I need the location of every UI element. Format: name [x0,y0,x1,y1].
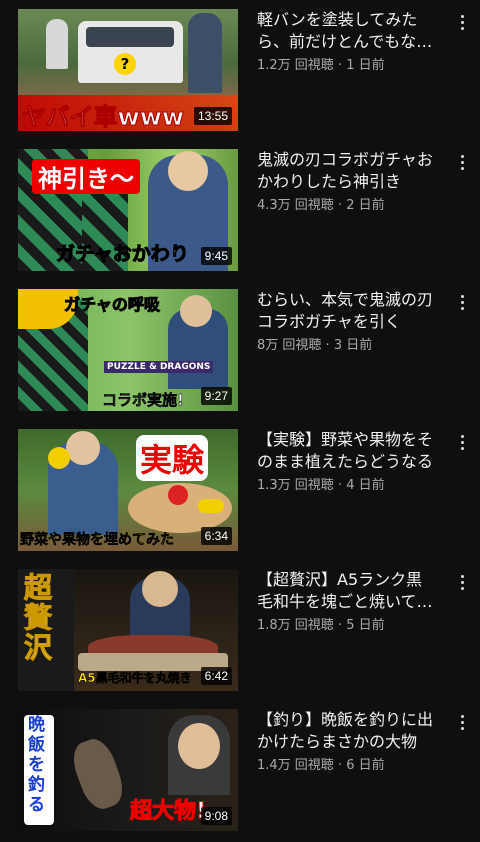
more-vert-icon[interactable] [458,151,466,173]
video-thumbnail[interactable]: ガチャの呼吸 PUZZLE & DRAGONS コラボ実施! 9:27 [18,289,238,411]
video-thumbnail[interactable]: 実験 野菜や果物を埋めてみた 6:34 [18,429,238,551]
question-badge: ? [114,53,136,75]
separator: · [333,198,347,213]
view-count: 1.2万 回視聴 [257,58,334,73]
upload-age: 2 日前 [346,198,385,213]
video-meta: 軽バンを塗装してみたら、前だけとんでもないことになった 1.2万 回視聴 · 1… [257,9,437,75]
thumbnail-subcaption: 超大物! [129,799,207,825]
separator: · [333,58,347,73]
video-duration: 9:27 [200,387,232,405]
view-count: 8万 回視聴 [257,338,322,353]
video-item[interactable]: ? ヤバイ車www 13:55 軽バンを塗装してみたら、前だけとんでもないことに… [0,9,480,131]
separator: · [333,758,347,773]
video-title[interactable]: 軽バンを塗装してみたら、前だけとんでもないことになった [257,9,437,53]
upload-age: 5 日前 [346,618,385,633]
video-duration: 6:42 [200,667,232,685]
video-title[interactable]: 鬼滅の刃コラボガチャおかわりしたら神引き [257,149,437,193]
video-duration: 13:55 [193,107,232,125]
video-meta: むらい、本気で鬼滅の刃コラボガチャを引く 8万 回視聴 · 3 日前 [257,289,437,355]
thumbnail-subcaption: 野菜や果物を埋めてみた [20,532,175,549]
separator: · [333,478,347,493]
thumbnail-logo: PUZZLE & DRAGONS [104,361,214,373]
video-meta: 鬼滅の刃コラボガチャおかわりしたら神引き 4.3万 回視聴 · 2 日前 [257,149,437,215]
video-item[interactable]: ガチャの呼吸 PUZZLE & DRAGONS コラボ実施! 9:27 むらい、… [0,289,480,411]
more-vert-icon[interactable] [458,291,466,313]
thumbnail-caption: 神引き〜 [32,159,140,194]
separator: · [333,618,347,633]
video-thumbnail[interactable]: ? ヤバイ車www 13:55 [18,9,238,131]
video-item[interactable]: 晩飯を釣る 超大物! 9:08 【釣り】晩飯を釣りに出かけたらまさかの大物 1.… [0,709,480,831]
video-title[interactable]: 【超贅沢】A5ランク黒毛和牛を塊ごと焼いてみた [257,569,437,613]
more-vert-icon[interactable] [458,11,466,33]
video-meta: 【超贅沢】A5ランク黒毛和牛を塊ごと焼いてみた 1.8万 回視聴 · 5 日前 [257,569,437,635]
video-item[interactable]: 超贅沢 A5黒毛和牛を丸焼き 6:42 【超贅沢】A5ランク黒毛和牛を塊ごと焼い… [0,569,480,691]
video-stats: 1.4万 回視聴 · 6 日前 [257,757,437,775]
video-duration: 9:08 [200,807,232,825]
thumbnail-caption: ガチャの呼吸 [64,295,161,315]
view-count: 1.3万 回視聴 [257,478,334,493]
view-count: 1.8万 回視聴 [257,618,334,633]
upload-age: 4 日前 [346,478,385,493]
video-stats: 8万 回視聴 · 3 日前 [257,337,437,355]
video-thumbnail[interactable]: 超贅沢 A5黒毛和牛を丸焼き 6:42 [18,569,238,691]
video-list: ? ヤバイ車www 13:55 軽バンを塗装してみたら、前だけとんでもないことに… [0,0,480,842]
separator: · [321,338,334,353]
video-stats: 1.3万 回視聴 · 4 日前 [257,477,437,495]
video-title[interactable]: 【釣り】晩飯を釣りに出かけたらまさかの大物 [257,709,437,753]
video-meta: 【実験】野菜や果物をそのまま植えたらどうなる 1.3万 回視聴 · 4 日前 [257,429,437,495]
video-item[interactable]: 実験 野菜や果物を埋めてみた 6:34 【実験】野菜や果物をそのまま植えたらどう… [0,429,480,551]
thumbnail-caption: 実験 [136,435,209,481]
more-vert-icon[interactable] [458,711,466,733]
video-meta: 【釣り】晩飯を釣りに出かけたらまさかの大物 1.4万 回視聴 · 6 日前 [257,709,437,775]
thumbnail-caption: ヤバイ車www [21,103,185,132]
video-item[interactable]: 神引き〜 ガチャおかわり 9:45 鬼滅の刃コラボガチャおかわりしたら神引き 4… [0,149,480,271]
video-stats: 4.3万 回視聴 · 2 日前 [257,197,437,215]
thumbnail-caption: 超贅沢 [24,571,53,664]
video-thumbnail[interactable]: 晩飯を釣る 超大物! 9:08 [18,709,238,831]
video-stats: 1.2万 回視聴 · 1 日前 [257,57,437,75]
upload-age: 6 日前 [346,758,385,773]
view-count: 4.3万 回視聴 [257,198,334,213]
video-duration: 9:45 [200,247,232,265]
video-title[interactable]: むらい、本気で鬼滅の刃コラボガチャを引く [257,289,437,333]
more-vert-icon[interactable] [458,431,466,453]
thumbnail-subcaption: コラボ実施! [102,391,184,410]
view-count: 1.4万 回視聴 [257,758,334,773]
more-vert-icon[interactable] [458,571,466,593]
thumbnail-subcaption: ガチャおかわり [56,243,190,266]
video-thumbnail[interactable]: 神引き〜 ガチャおかわり 9:45 [18,149,238,271]
thumbnail-subcaption: A5黒毛和牛を丸焼き [78,671,192,686]
video-duration: 6:34 [200,527,232,545]
video-stats: 1.8万 回視聴 · 5 日前 [257,617,437,635]
upload-age: 3 日前 [333,338,373,353]
video-title[interactable]: 【実験】野菜や果物をそのまま植えたらどうなる [257,429,437,473]
thumbnail-caption: 晩飯を釣る [28,715,45,815]
upload-age: 1 日前 [346,58,385,73]
